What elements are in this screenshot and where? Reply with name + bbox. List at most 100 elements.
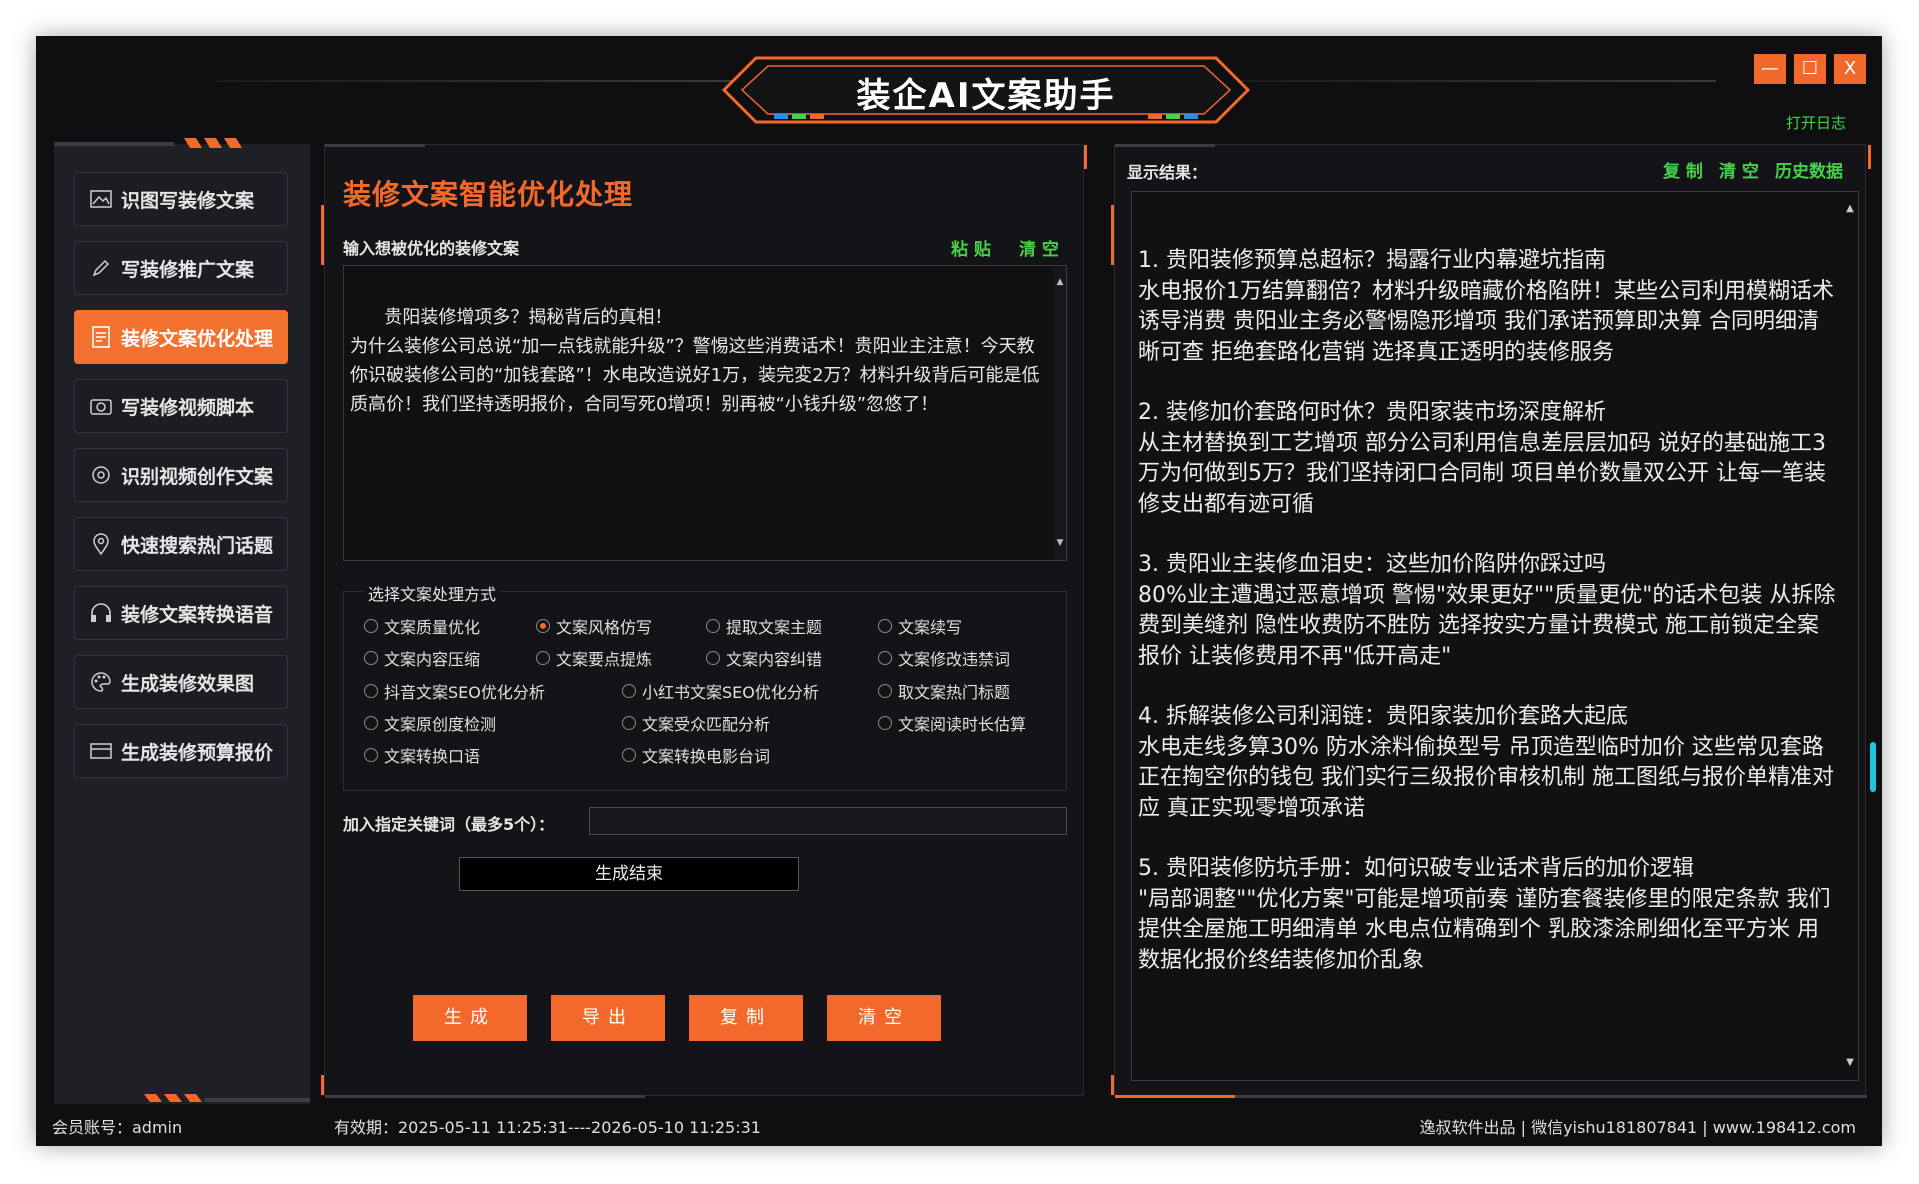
option-douyin-seo[interactable]: 抖音文案SEO优化分析 [364,679,545,703]
generate-button[interactable]: 生成 [413,995,527,1041]
sidebar-item-hot-topics[interactable]: 快速搜索热门话题 [74,517,288,571]
right-accent-bottom-bar [1235,1095,1867,1098]
result-item: 1. 贵阳装修预算总超标？揭露行业内幕避坑指南 水电报价1万结算翻倍？材料升级暗藏… [1138,246,1838,368]
close-button[interactable]: X [1834,54,1866,84]
sidebar-item-promo-copy[interactable]: 写装修推广文案 [74,241,288,295]
copy-button[interactable]: 复制 [689,995,803,1041]
app-window: 装企AI文案助手 — ☐ X 打开日志 识图写装修文案 写装修推广文案 装修文案… [36,36,1882,1146]
option-style-imitate[interactable]: 文案风格仿写 [536,614,652,638]
option-label: 文案内容压缩 [384,650,481,669]
input-scrollbar[interactable]: ▲ ▼ [1054,266,1066,560]
clear-result-button[interactable]: 清 空 [1719,157,1759,182]
scroll-down-icon[interactable]: ▼ [1842,1048,1858,1079]
export-button[interactable]: 导出 [551,995,665,1041]
option-movie-lines[interactable]: 文案转换电影台词 [622,743,770,767]
option-label: 文案阅读时长估算 [898,715,1027,734]
right-accent-corner [1868,145,1871,169]
status-display: 生成结束 [459,857,799,891]
group-title: 选择文案处理方式 [364,581,501,605]
sidebar-item-label: 装修文案优化处理 [121,327,274,350]
copy-input-text: 贵阳装修增项多？揭秘背后的真相！ 为什么装修公司总说“加一点钱就能升级”？警惕这… [350,307,1040,415]
option-error-correct[interactable]: 文案内容纠错 [706,646,822,670]
radio-icon [622,748,636,762]
result-body: 从主材替换到工艺增项 部分公司利用信息差层层加码 说好的基础施工3万为何做到5万… [1138,430,1826,517]
option-banned-words[interactable]: 文案修改违禁词 [878,646,1010,670]
scroll-down-icon[interactable]: ▼ [1054,529,1066,558]
result-item: 4. 拆解装修公司利润链：贵阳家装加价套路大起底水电走线多算30% 防水涂料偷换… [1138,702,1838,824]
option-label: 文案转换口语 [384,747,481,766]
center-accent-right [1084,145,1087,169]
settings-icon [89,463,113,487]
option-hot-titles[interactable]: 取文案热门标题 [878,679,1010,703]
scroll-up-icon[interactable]: ▲ [1054,268,1066,297]
validity-info: 有效期：2025-05-11 11:25:31----2026-05-10 11… [334,1118,761,1137]
center-accent-left-bottom [321,1075,324,1095]
sidebar-item-video-script[interactable]: 写装修视频脚本 [74,379,288,433]
option-label: 文案要点提炼 [556,650,653,669]
window-scroll-indicator[interactable] [1870,742,1876,792]
radio-icon [536,651,550,665]
minimize-button[interactable]: — [1754,54,1786,84]
title-badge: 装企AI文案助手 [716,52,1256,128]
option-spoken[interactable]: 文案转换口语 [364,743,480,767]
document-icon [89,325,113,349]
copy-input-textarea[interactable]: 贵阳装修增项多？揭秘背后的真相！ 为什么装修公司总说“加一点钱就能升级”？警惕这… [343,265,1067,561]
clear-button[interactable]: 清空 [827,995,941,1041]
radio-icon [364,716,378,730]
sidebar-item-render-image[interactable]: 生成装修效果图 [74,655,288,709]
option-label: 取文案热门标题 [898,683,1011,702]
keyword-input[interactable] [589,807,1067,835]
option-reading-time[interactable]: 文案阅读时长估算 [878,711,1026,735]
result-textarea[interactable]: 1. 贵阳装修预算总超标？揭露行业内幕避坑指南 水电报价1万结算翻倍？材料升级暗藏… [1131,191,1859,1081]
radio-icon [364,748,378,762]
radio-icon [706,651,720,665]
option-quality-optimize[interactable]: 文案质量优化 [364,614,480,638]
sidebar-item-copy-optimize[interactable]: 装修文案优化处理 [74,310,288,364]
location-icon [89,532,113,556]
option-originality[interactable]: 文案原创度检测 [364,711,496,735]
radio-icon [878,716,892,730]
sidebar-item-label: 写装修视频脚本 [121,396,255,419]
result-body: 水电走线多算30% 防水涂料偷换型号 吊顶造型临时加价 这些常见套路正在掏空你的… [1138,734,1834,821]
option-continue[interactable]: 文案续写 [878,614,962,638]
processing-mode-group: 选择文案处理方式 文案质量优化 文案风格仿写 提取文案主题 文案续写 文案内容压… [343,581,1067,791]
radio-checked-icon [536,619,550,633]
radio-icon [706,619,720,633]
option-xiaohongshu-seo[interactable]: 小红书文案SEO优化分析 [622,679,819,703]
sidebar-item-budget-quote[interactable]: 生成装修预算报价 [74,724,288,778]
result-body: 80%业主遭遇过恶意增项 警惕"效果更好""质量更优"的话术包装 从拆除费到美缝… [1138,582,1836,669]
sidebar-item-image-copy[interactable]: 识图写装修文案 [74,172,288,226]
option-label: 小红书文案SEO优化分析 [642,683,819,702]
sidebar: 识图写装修文案 写装修推广文案 装修文案优化处理 写装修视频脚本 识别视频创作文… [54,138,310,1104]
sidebar-item-text-to-speech[interactable]: 装修文案转换语音 [74,586,288,640]
clear-input-button[interactable]: 清 空 [1019,235,1059,260]
result-body: "局部调整""优化方案"可能是增项前奏 谨防套餐装修里的限定条款 我们提供全屋施… [1138,886,1831,973]
option-extract-theme[interactable]: 提取文案主题 [706,614,822,638]
sidebar-item-video-recognize[interactable]: 识别视频创作文案 [74,448,288,502]
credits-info: 逸叔软件出品 | 微信yishu181807841 | www.198412.c… [1419,1118,1857,1137]
result-scrollbar[interactable]: ▲ ▼ [1842,192,1858,1080]
history-button[interactable]: 历史数据 [1775,157,1843,182]
option-key-points[interactable]: 文案要点提炼 [536,646,652,670]
radio-icon [364,619,378,633]
copy-result-button[interactable]: 复 制 [1663,157,1703,182]
paste-button[interactable]: 粘 贴 [951,235,991,260]
sidebar-item-label: 生成装修预算报价 [121,741,274,764]
maximize-button[interactable]: ☐ [1794,54,1826,84]
sidebar-item-label: 装修文案转换语音 [121,603,274,626]
scroll-up-icon[interactable]: ▲ [1842,194,1858,225]
sidebar-item-label: 识别视频创作文案 [121,465,274,488]
result-title: 2. 装修加价套路何时休？贵阳家装市场深度解析 [1138,400,1606,425]
input-label: 输入想被优化的装修文案 [343,239,520,258]
sidebar-item-label: 识图写装修文案 [121,189,255,212]
sidebar-item-label: 生成装修效果图 [121,672,255,695]
center-accent-left [321,205,324,265]
palette-icon [89,670,113,694]
sidebar-bottom-deco-icon [144,1094,310,1102]
open-log-link[interactable]: 打开日志 [1786,112,1846,133]
app-title: 装企AI文案助手 [856,76,1116,116]
option-compress[interactable]: 文案内容压缩 [364,646,480,670]
result-title: 4. 拆解装修公司利润链：贵阳家装加价套路大起底 [1138,704,1628,729]
option-audience-match[interactable]: 文案受众匹配分析 [622,711,770,735]
radio-icon [364,651,378,665]
